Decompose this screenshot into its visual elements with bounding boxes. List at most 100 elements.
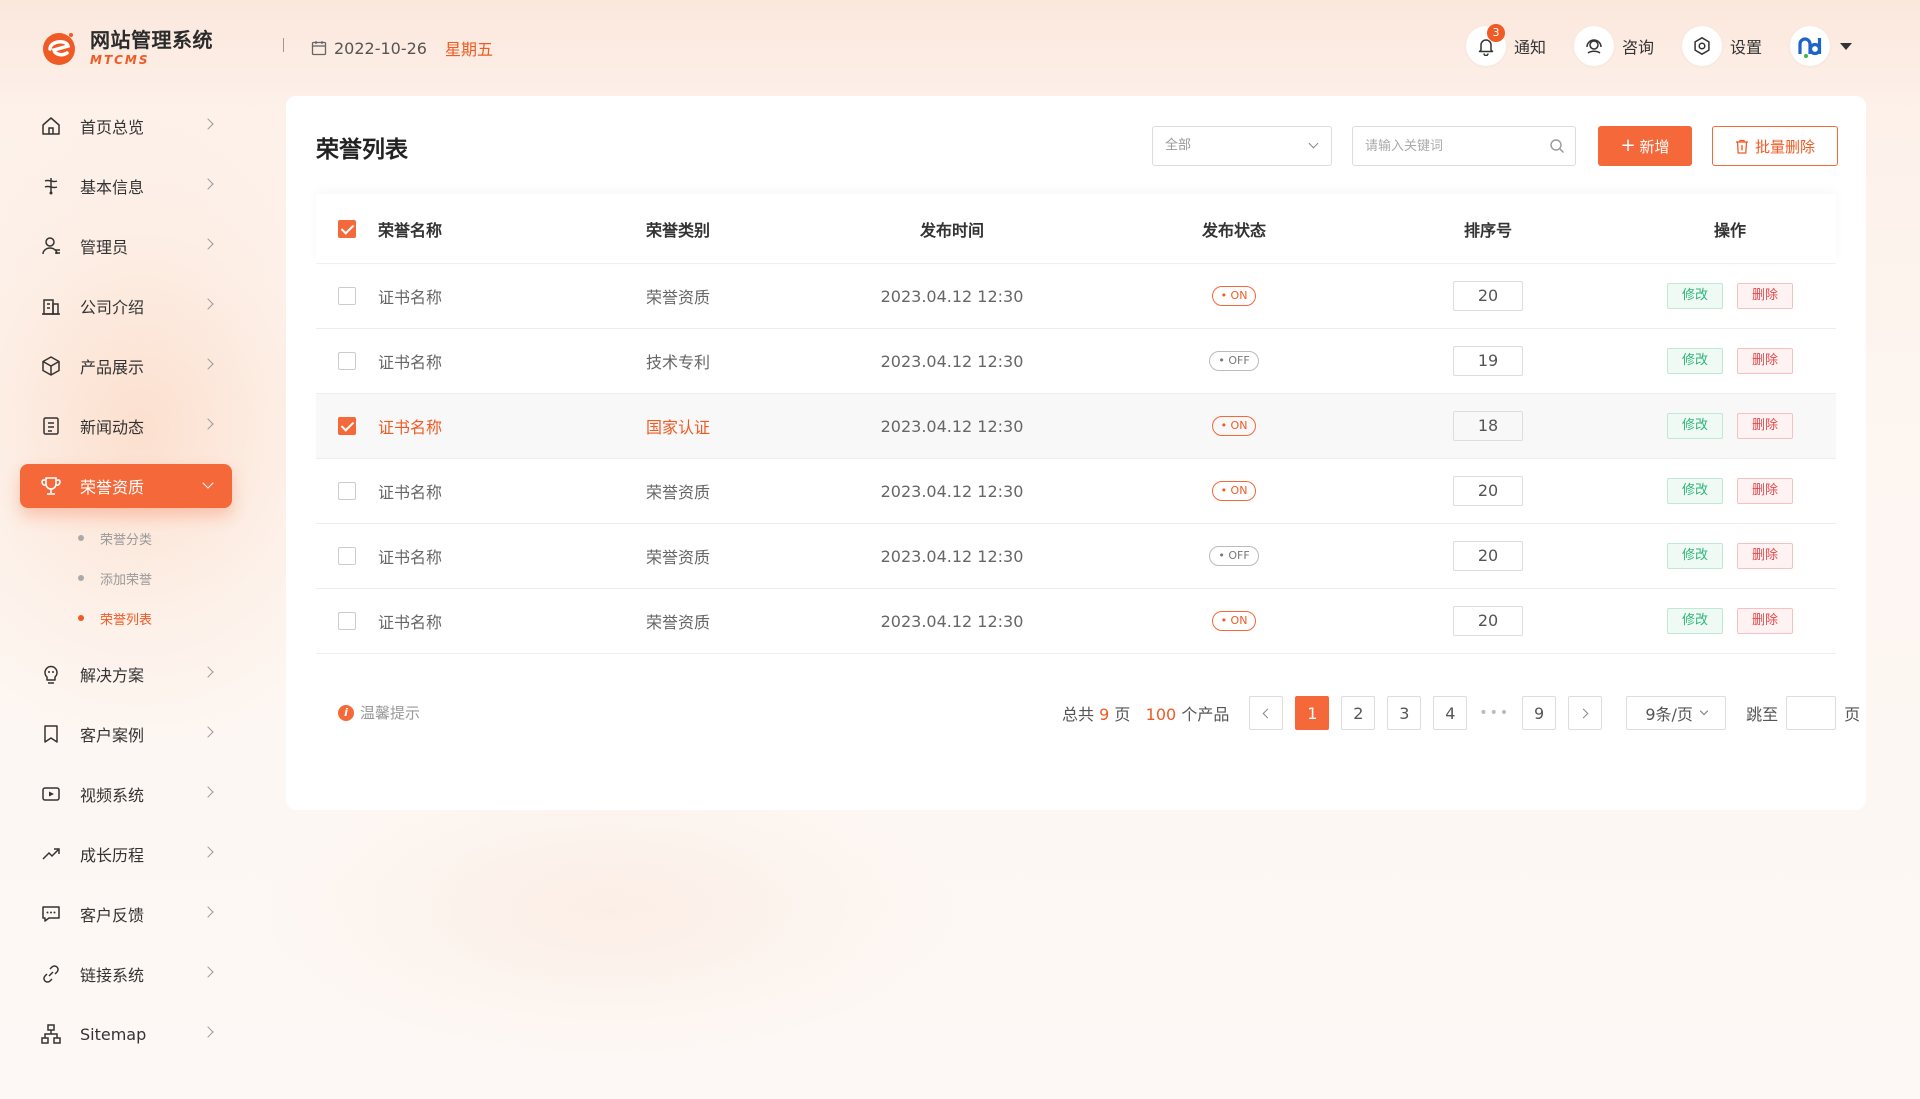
page-size-value: 9条/页 <box>1645 705 1693 724</box>
sidebar-item-label: 基本信息 <box>80 178 145 197</box>
delete-button[interactable]: 删除 <box>1737 413 1794 439</box>
chevron-down-icon <box>1699 706 1709 716</box>
delete-button[interactable]: 删除 <box>1737 608 1794 634</box>
column-header[interactable]: 荣誉名称 <box>378 217 578 241</box>
row-checkbox[interactable] <box>338 352 356 370</box>
honor-category: 国家认证 <box>645 418 710 437</box>
sort-order-input[interactable]: 18 <box>1453 411 1523 441</box>
page-button[interactable]: 9 <box>1522 696 1557 730</box>
sidebar-item-11[interactable]: 客户反馈 <box>20 884 232 944</box>
status-toggle[interactable]: • ON <box>1211 611 1257 631</box>
column-header[interactable]: 发布时间 <box>778 217 1126 241</box>
row-checkbox[interactable] <box>338 287 356 305</box>
edit-button[interactable]: 修改 <box>1666 283 1723 309</box>
edit-button[interactable]: 修改 <box>1666 413 1723 439</box>
sidebar-item-9[interactable]: 视频系统 <box>20 764 232 824</box>
page-button[interactable]: 1 <box>1295 696 1330 730</box>
sidebar-item-label: 管理员 <box>80 238 129 257</box>
header-divider <box>283 38 284 52</box>
sort-order-input[interactable]: 20 <box>1453 606 1523 636</box>
search-input[interactable] <box>1353 127 1533 165</box>
tip[interactable]: i 温馨提示 <box>338 702 420 723</box>
page-button[interactable]: 3 <box>1387 696 1422 730</box>
sidebar-item-12[interactable]: 链接系统 <box>20 944 232 1004</box>
settings-button[interactable]: 设置 <box>1682 26 1762 66</box>
search-icon[interactable] <box>1549 138 1565 154</box>
sidebar-item-3[interactable]: 公司介绍 <box>20 276 232 336</box>
consult-button[interactable]: 咨询 <box>1574 26 1654 66</box>
sidebar-item-2[interactable]: 管理员 <box>20 216 232 276</box>
sidebar-item-4[interactable]: 产品展示 <box>20 336 232 396</box>
bullet-dot <box>78 535 84 541</box>
settings-label: 设置 <box>1730 38 1763 57</box>
sidebar-item-5[interactable]: 新闻动态 <box>20 396 232 456</box>
table-row[interactable]: 证书名称 技术专利 2023.04.12 12:30 • OFF 19 修改 删除 <box>316 329 1836 394</box>
column-header[interactable]: 排序号 <box>1342 217 1634 241</box>
status-toggle[interactable]: • ON <box>1211 286 1257 306</box>
honor-name: 证书名称 <box>378 418 443 437</box>
sidebar-item-6[interactable]: 荣誉资质 <box>20 464 232 508</box>
sidebar-item-1[interactable]: 基本信息 <box>20 156 232 216</box>
edit-button[interactable]: 修改 <box>1666 478 1723 504</box>
jump-page-input[interactable] <box>1786 696 1837 730</box>
row-checkbox[interactable] <box>338 612 356 630</box>
publish-time: 2023.04.12 12:30 <box>880 546 1024 566</box>
honor-category: 荣誉资质 <box>645 548 710 567</box>
sort-order-input[interactable]: 20 <box>1453 476 1523 506</box>
app-subtitle: MTCMS <box>90 53 150 67</box>
sort-order-input[interactable]: 19 <box>1453 346 1523 376</box>
honor-name: 证书名称 <box>378 613 443 632</box>
row-checkbox[interactable] <box>338 547 356 565</box>
column-header[interactable]: 发布状态 <box>1126 217 1342 241</box>
edit-button[interactable]: 修改 <box>1666 543 1723 569</box>
sidebar-subitem-0[interactable]: 荣誉分类 <box>20 518 232 558</box>
delete-button[interactable]: 删除 <box>1737 478 1794 504</box>
sidebar-subitem-1[interactable]: 添加荣誉 <box>20 558 232 598</box>
table-row[interactable]: 证书名称 荣誉资质 2023.04.12 12:30 • OFF 20 修改 删除 <box>316 524 1836 589</box>
select-all-checkbox[interactable] <box>338 219 356 238</box>
edit-button[interactable]: 修改 <box>1666 348 1723 374</box>
page-button[interactable]: 2 <box>1341 696 1376 730</box>
sidebar-item-8[interactable]: 客户案例 <box>20 704 232 764</box>
sort-order-input[interactable]: 20 <box>1453 281 1523 311</box>
delete-button[interactable]: 删除 <box>1737 283 1794 309</box>
building-icon <box>40 295 62 317</box>
table-row[interactable]: 证书名称 荣誉资质 2023.04.12 12:30 • ON 20 修改 删除 <box>316 589 1836 654</box>
delete-button[interactable]: 删除 <box>1737 543 1794 569</box>
prev-page-button[interactable] <box>1249 696 1284 730</box>
next-page-button[interactable] <box>1568 696 1603 730</box>
column-header[interactable]: 荣誉类别 <box>578 217 778 241</box>
sort-order-input[interactable]: 20 <box>1453 541 1523 571</box>
tip-label: 温馨提示 <box>360 704 421 722</box>
table-row[interactable]: 证书名称 荣誉资质 2023.04.12 12:30 • ON 20 修改 删除 <box>316 264 1836 329</box>
top-header: 网站管理系统 MTCMS 2022-10-26 星期五 3 通知 咨询 设置 <box>0 0 1920 96</box>
sidebar-item-0[interactable]: 首页总览 <box>20 96 232 156</box>
status-toggle[interactable]: • OFF <box>1209 351 1259 371</box>
sidebar-item-13[interactable]: Sitemap <box>20 1004 232 1064</box>
table-row[interactable]: 证书名称 荣誉资质 2023.04.12 12:30 • ON 20 修改 删除 <box>316 459 1836 524</box>
batch-delete-button[interactable]: 批量删除 <box>1712 126 1838 166</box>
delete-button[interactable]: 删除 <box>1737 348 1794 374</box>
notify-button[interactable]: 3 通知 <box>1466 24 1546 66</box>
sidebar-subitem-2[interactable]: 荣誉列表 <box>20 598 232 638</box>
status-toggle[interactable]: • ON <box>1211 416 1257 436</box>
page-size-select[interactable]: 9条/页 <box>1626 696 1727 730</box>
row-checkbox[interactable] <box>338 482 356 500</box>
table-row[interactable]: 证书名称 国家认证 2023.04.12 12:30 • ON 18 修改 删除 <box>316 394 1836 459</box>
status-toggle[interactable]: • ON <box>1211 481 1257 501</box>
sidebar-item-label: 链接系统 <box>80 966 145 985</box>
edit-button[interactable]: 修改 <box>1666 608 1723 634</box>
logo-icon <box>38 27 80 69</box>
status-toggle[interactable]: • OFF <box>1209 546 1259 566</box>
account-dropdown-caret[interactable] <box>1840 42 1853 50</box>
sidebar-item-7[interactable]: 解决方案 <box>20 644 232 704</box>
sidebar-item-10[interactable]: 成长历程 <box>20 824 232 884</box>
page-button[interactable]: 4 <box>1433 696 1468 730</box>
avatar[interactable] <box>1790 26 1831 66</box>
add-button[interactable]: + 新增 <box>1598 126 1692 166</box>
pagination-ellipsis[interactable]: ••• <box>1479 705 1510 721</box>
category-filter-select[interactable]: 全部 <box>1152 126 1332 166</box>
logo[interactable]: 网站管理系统 MTCMS <box>38 24 218 72</box>
row-checkbox[interactable] <box>338 417 356 435</box>
search-field[interactable] <box>1352 126 1576 166</box>
